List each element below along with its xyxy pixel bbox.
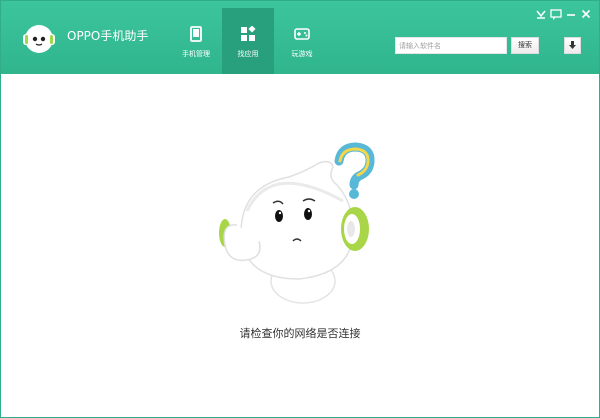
gamepad-icon xyxy=(294,28,310,40)
tab-find-apps[interactable]: 找应用 xyxy=(222,8,274,74)
confused-mascot-icon xyxy=(219,142,375,304)
download-arrow-icon xyxy=(569,41,576,49)
app-window: OPPO手机助手 手机管理 找应用 玩游戏 请输入软件名 搜索 请检查你的网络是… xyxy=(0,0,600,418)
phone-icon xyxy=(190,26,202,42)
tab-play-games[interactable]: 玩游戏 xyxy=(276,8,328,74)
tab-label: 找应用 xyxy=(237,50,259,58)
tab-label: 手机管理 xyxy=(182,50,210,58)
minimize-icon[interactable] xyxy=(564,7,578,21)
download-button[interactable] xyxy=(564,37,581,54)
title-bar: OPPO手机助手 手机管理 找应用 玩游戏 请输入软件名 搜索 xyxy=(1,1,599,74)
tab-label: 玩游戏 xyxy=(291,50,313,58)
apps-grid-icon xyxy=(241,26,256,41)
network-error-message: 请检查你的网络是否连接 xyxy=(239,327,361,340)
close-icon[interactable] xyxy=(579,7,593,21)
search-button[interactable]: 搜索 xyxy=(511,37,539,54)
oppo-logo-icon xyxy=(23,25,55,53)
app-title: OPPO手机助手 xyxy=(67,29,149,43)
tab-phone-manage[interactable]: 手机管理 xyxy=(170,8,222,74)
search-input[interactable] xyxy=(395,37,507,54)
feedback-icon[interactable] xyxy=(549,7,563,21)
skin-icon[interactable] xyxy=(534,7,548,21)
